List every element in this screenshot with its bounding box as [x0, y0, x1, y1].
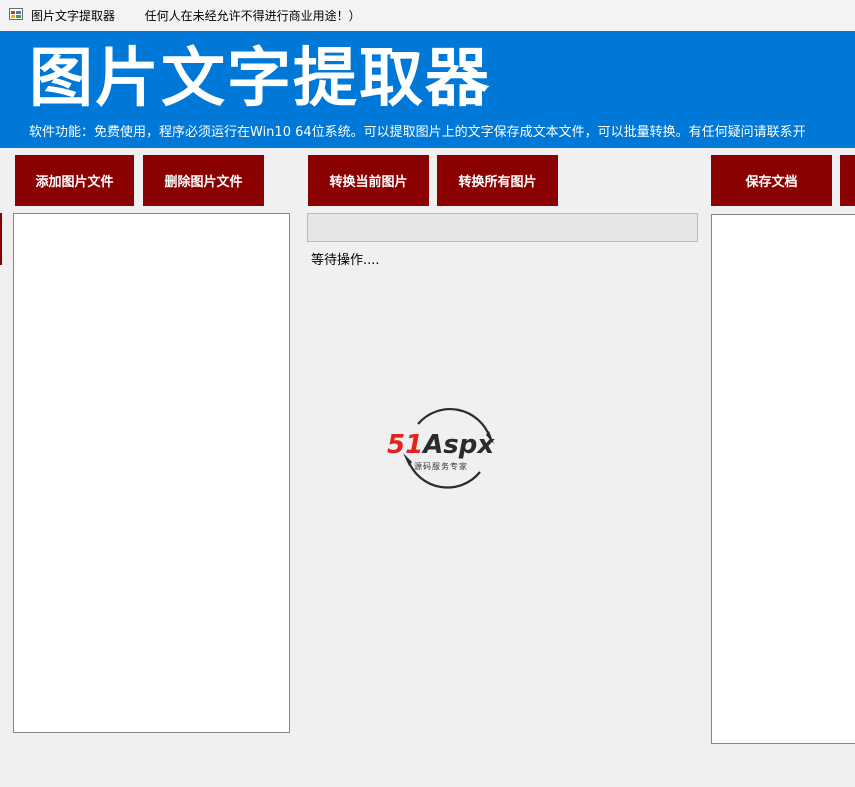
header-description: 软件功能：免费使用，程序必须运行在Win10 64位系统。可以提取图片上的文字保…: [29, 125, 806, 140]
extra-button-clipped[interactable]: [840, 155, 855, 206]
app-window-icon: [9, 8, 23, 20]
add-images-button[interactable]: 添加图片文件: [15, 155, 134, 206]
window-title-text: 图片文字提取器: [31, 9, 116, 23]
51aspx-watermark-logo: 51Aspx 源码服务专家: [383, 400, 515, 496]
convert-all-button[interactable]: 转换所有图片: [437, 155, 558, 206]
logo-tagline: 源码服务专家: [414, 462, 468, 471]
logo-brand-name: Aspx: [423, 430, 495, 460]
window-notice-text: 任何人在未经允许不得进行商业用途！）: [144, 9, 361, 23]
app-header: 图片文字提取器 软件功能：免费使用，程序必须运行在Win10 64位系统。可以提…: [0, 31, 855, 148]
window-titlebar: 图片文字提取器 任何人在未经允许不得进行商业用途！）: [0, 0, 855, 32]
status-label: 等待操作....: [311, 253, 380, 268]
delete-images-button[interactable]: 删除图片文件: [143, 155, 264, 206]
result-text-box[interactable]: [711, 214, 855, 744]
conversion-progress-bar: [307, 213, 698, 242]
window-title: 图片文字提取器 任何人在未经允许不得进行商业用途！）: [31, 7, 361, 24]
convert-current-button[interactable]: 转换当前图片: [308, 155, 429, 206]
save-document-button[interactable]: 保存文档: [711, 155, 832, 206]
logo-wordmark: 51Aspx: [387, 430, 494, 460]
left-edge-marker: [0, 213, 2, 265]
header-title: 图片文字提取器: [29, 42, 491, 116]
logo-brand-number: 51: [387, 430, 424, 460]
image-file-list[interactable]: [13, 213, 290, 733]
